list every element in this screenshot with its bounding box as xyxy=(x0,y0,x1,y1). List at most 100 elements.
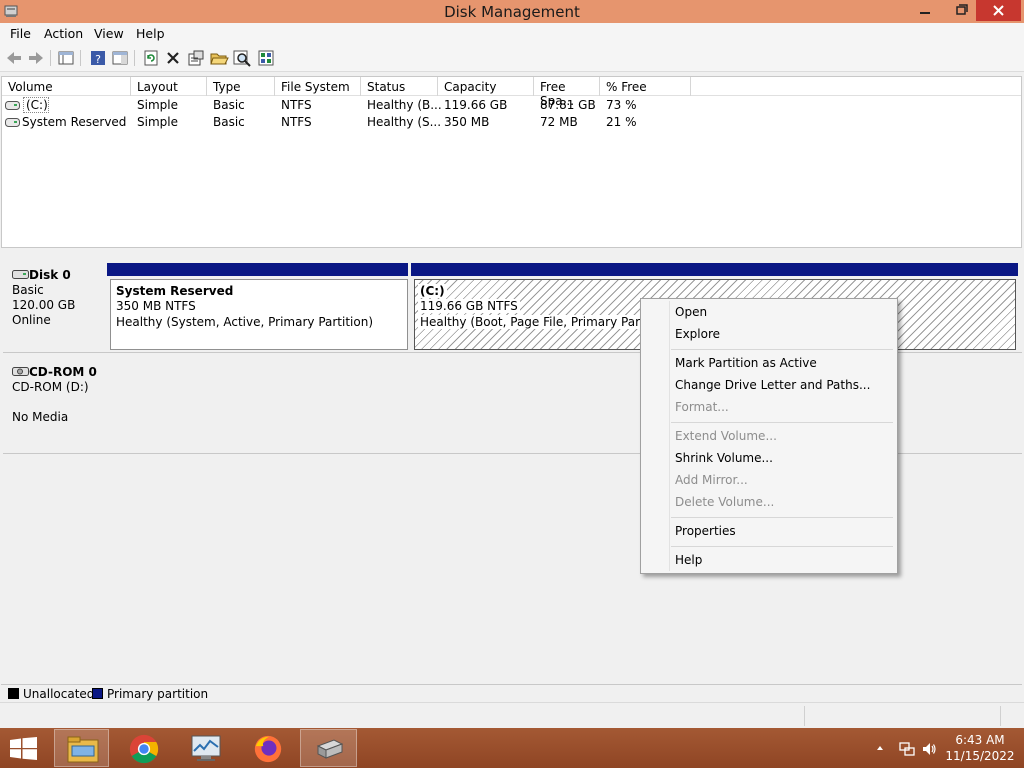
rescan-disks-button[interactable] xyxy=(256,48,276,68)
toolbar-separator xyxy=(50,50,51,66)
volume-file-system: NTFS xyxy=(281,115,312,129)
menu-file[interactable]: File xyxy=(10,26,31,41)
disk-name: CD-ROM 0 xyxy=(29,365,97,379)
disk-name: Disk 0 xyxy=(29,268,71,282)
menu-view[interactable]: View xyxy=(94,26,124,41)
restore-button[interactable] xyxy=(945,0,979,21)
menu-open[interactable]: Open xyxy=(675,305,707,319)
partition-title: (C:) xyxy=(418,284,447,298)
menu-separator xyxy=(671,422,893,423)
show-hidden-icons[interactable] xyxy=(876,744,884,752)
column-percent-free[interactable]: % Free xyxy=(600,77,691,96)
toolbar-separator xyxy=(134,50,135,66)
menu-add-mirror: Add Mirror... xyxy=(675,473,748,487)
column-status[interactable]: Status xyxy=(361,77,438,96)
legend-primary-swatch xyxy=(92,688,103,699)
minimize-button[interactable] xyxy=(908,0,942,21)
volume-status: Healthy (S... xyxy=(367,115,442,129)
refresh-button[interactable] xyxy=(141,48,161,68)
drive-icon xyxy=(5,118,20,127)
chrome-icon xyxy=(129,734,159,764)
volume-list: Volume Layout Type File System Status Ca… xyxy=(1,76,1022,248)
volume-file-system: NTFS xyxy=(281,98,312,112)
column-file-system[interactable]: File System xyxy=(275,77,361,96)
back-button[interactable] xyxy=(4,48,24,68)
toolbar-separator xyxy=(80,50,81,66)
volume-percent-free: 73 % xyxy=(606,98,637,112)
menu-bar: File Action View Help xyxy=(0,23,1024,44)
firefox-icon xyxy=(254,735,282,763)
help-button[interactable]: ? xyxy=(88,48,108,68)
windows-start-icon[interactable] xyxy=(10,737,37,760)
cdrom-0-label[interactable]: CD-ROM 0 CD-ROM (D:) No Media xyxy=(3,357,106,454)
volume-name: System Reserved xyxy=(22,115,127,129)
menu-mark-partition-active[interactable]: Mark Partition as Active xyxy=(675,356,817,370)
partition-status: Healthy (System, Active, Primary Partiti… xyxy=(116,315,374,329)
menu-shrink-volume[interactable]: Shrink Volume... xyxy=(675,451,773,465)
disk-media: No Media xyxy=(12,410,69,424)
close-button[interactable] xyxy=(976,0,1021,21)
status-segment xyxy=(804,706,805,726)
partition-system-reserved[interactable]: System Reserved 350 MB NTFS Healthy (Sys… xyxy=(110,279,408,350)
open-folder-button[interactable] xyxy=(209,48,229,68)
clock-time: 6:43 AM xyxy=(955,733,1005,747)
volume-layout: Simple xyxy=(137,115,178,129)
console-tree-button[interactable] xyxy=(56,48,76,68)
legend-primary-label: Primary partition xyxy=(107,687,209,701)
column-layout[interactable]: Layout xyxy=(131,77,207,96)
table-row[interactable]: (C:) Simple Basic NTFS Healthy (B... 119… xyxy=(2,97,1021,114)
back-arrow-icon xyxy=(7,52,21,64)
partition-size: 119.66 GB NTFS xyxy=(418,299,520,313)
disk-0-label[interactable]: Disk 0 Basic 120.00 GB Online xyxy=(3,258,106,353)
menu-separator xyxy=(671,517,893,518)
context-menu-gutter xyxy=(669,301,670,571)
console-tree-icon xyxy=(58,51,74,65)
status-bar xyxy=(0,702,1024,728)
taskbar-performance-monitor[interactable] xyxy=(178,729,233,767)
partition-bar-c xyxy=(411,263,1018,276)
legend: Unallocated Primary partition xyxy=(1,684,1022,702)
volume-name: (C:) xyxy=(26,98,48,112)
taskbar-chrome[interactable] xyxy=(116,729,171,767)
column-volume[interactable]: Volume xyxy=(2,77,131,96)
forward-button[interactable] xyxy=(26,48,46,68)
menu-explore[interactable]: Explore xyxy=(675,327,720,341)
system-clock[interactable]: 6:43 AM 11/15/2022 xyxy=(940,732,1020,764)
properties-icon xyxy=(188,50,204,66)
rescan-disks-icon xyxy=(258,50,274,66)
column-type[interactable]: Type xyxy=(207,77,275,96)
table-row[interactable]: System Reserved Simple Basic NTFS Health… xyxy=(2,114,1021,131)
volume-icon[interactable] xyxy=(921,741,937,757)
menu-format: Format... xyxy=(675,400,729,414)
menu-help-item[interactable]: Help xyxy=(675,553,702,567)
menu-properties[interactable]: Properties xyxy=(675,524,736,538)
find-button[interactable] xyxy=(232,48,252,68)
taskbar-file-explorer[interactable] xyxy=(54,729,109,767)
refresh-icon xyxy=(144,50,158,66)
menu-help[interactable]: Help xyxy=(136,26,165,41)
menu-action[interactable]: Action xyxy=(44,26,83,41)
volume-percent-free: 21 % xyxy=(606,115,637,129)
status-segment xyxy=(1000,706,1001,726)
menu-change-drive-letter[interactable]: Change Drive Letter and Paths... xyxy=(675,378,870,392)
volume-capacity: 350 MB xyxy=(444,115,490,129)
drive-icon xyxy=(5,101,20,110)
column-free-space[interactable]: Free Spa... xyxy=(534,77,600,108)
taskbar-disk-management[interactable] xyxy=(300,729,357,767)
performance-monitor-icon xyxy=(191,735,221,761)
network-icon[interactable] xyxy=(899,741,915,757)
legend-unallocated-label: Unallocated xyxy=(23,687,95,701)
column-capacity[interactable]: Capacity xyxy=(438,77,534,96)
volume-layout: Simple xyxy=(137,98,178,112)
menu-delete-volume: Delete Volume... xyxy=(675,495,775,509)
minimize-icon xyxy=(920,12,930,14)
show-hide-button[interactable] xyxy=(110,48,130,68)
delete-button[interactable] xyxy=(163,48,183,68)
context-menu: Open Explore Mark Partition as Active Ch… xyxy=(640,298,898,574)
disk-drive: CD-ROM (D:) xyxy=(12,380,89,394)
taskbar: 6:43 AM 11/15/2022 xyxy=(0,728,1024,768)
properties-button[interactable] xyxy=(186,48,206,68)
open-folder-icon xyxy=(210,53,229,65)
taskbar-firefox[interactable] xyxy=(240,729,295,767)
close-icon xyxy=(993,5,1004,16)
